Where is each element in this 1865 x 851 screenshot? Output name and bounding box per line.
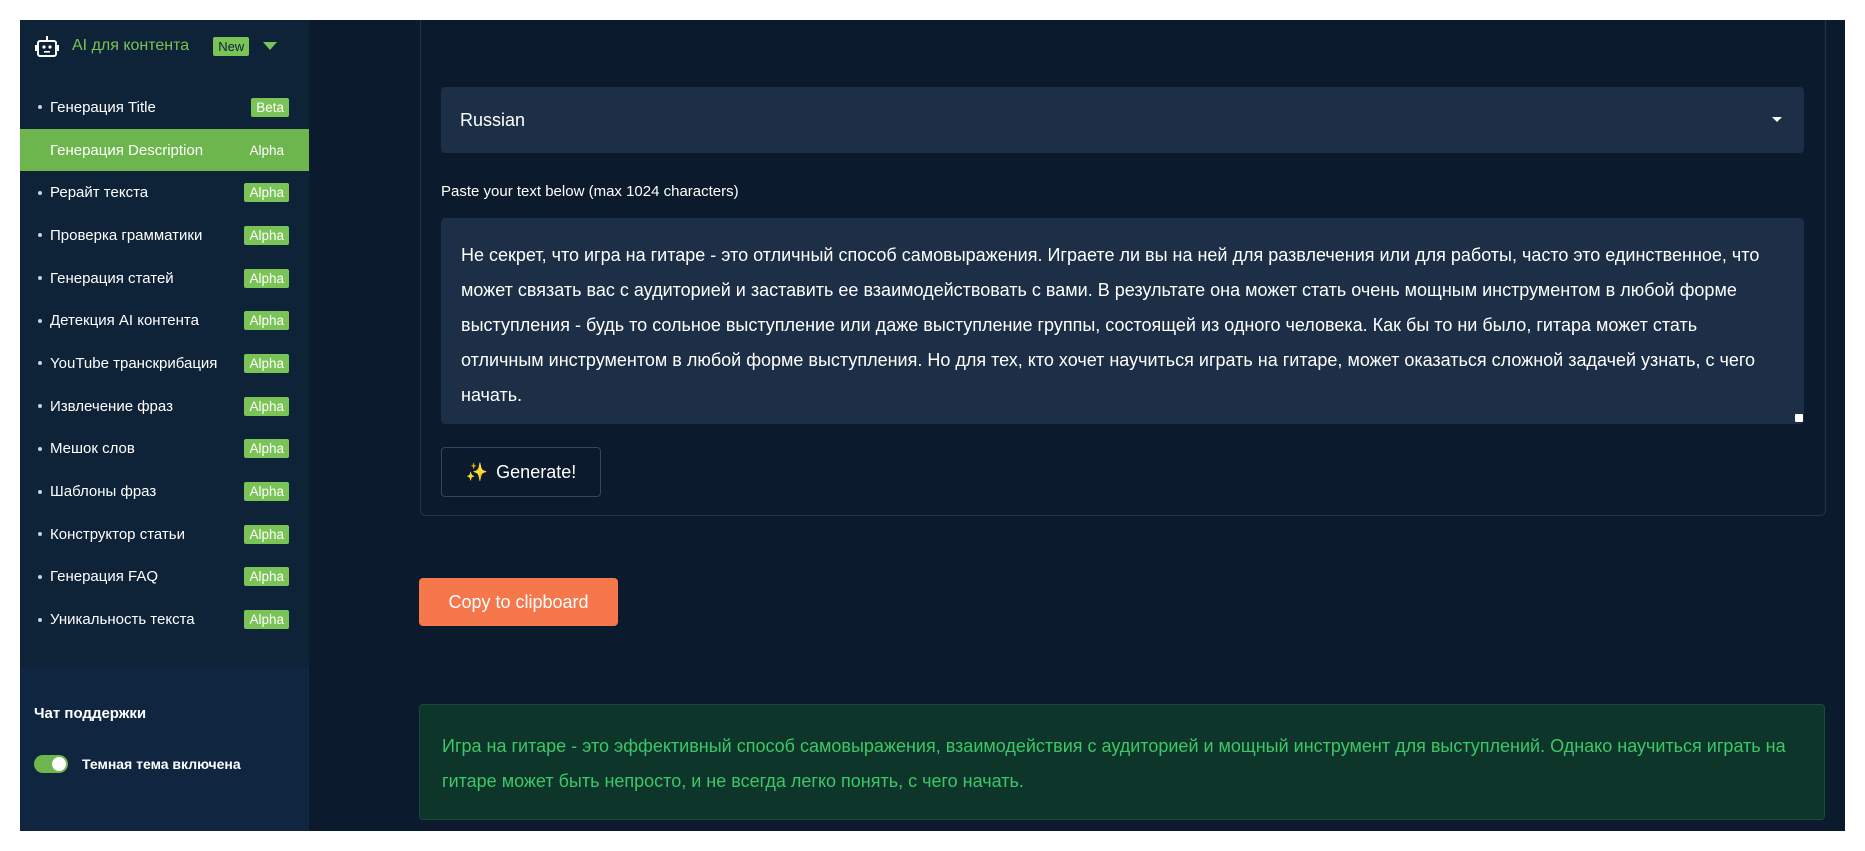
sidebar-item[interactable]: Конструктор статьи Alpha: [20, 513, 309, 556]
bullet-icon: [38, 617, 42, 622]
generate-button-label: Generate!: [496, 461, 577, 482]
sidebar-item[interactable]: Уникальность текста Alpha: [20, 598, 309, 640]
sidebar-item-tag: Alpha: [244, 396, 289, 416]
language-select[interactable]: Russian: [441, 87, 1804, 153]
sidebar-item-label: Уникальность текста: [50, 611, 195, 629]
sidebar-item-tag: Beta: [251, 97, 289, 117]
sidebar-title: AI для контента: [72, 37, 190, 54]
sidebar-item-tag: Alpha: [244, 610, 289, 630]
sidebar-item[interactable]: Генерация статей Alpha: [20, 257, 309, 300]
result-output: Игра на гитаре - это эффективный способ …: [419, 704, 1825, 820]
copy-to-clipboard-button[interactable]: Copy to clipboard: [419, 578, 618, 626]
bullet-icon: [38, 574, 42, 579]
sidebar-item[interactable]: Извлечение фраз Alpha: [20, 385, 309, 428]
sidebar-item-label: Мешок слов: [50, 440, 135, 458]
sidebar-item-tag: Alpha: [244, 439, 289, 459]
new-badge: New: [213, 36, 250, 56]
bullet-icon: [38, 404, 42, 409]
bullet-icon: [38, 190, 42, 195]
text-input[interactable]: Не секрет, что игра на гитаре - это отли…: [441, 218, 1804, 424]
support-chat-link[interactable]: Чат поддержки: [34, 705, 146, 722]
sidebar-item[interactable]: Генерация FAQ Alpha: [20, 556, 309, 599]
sidebar-item-label: Генерация FAQ: [50, 568, 159, 586]
bullet-icon: [38, 489, 42, 494]
sidebar-item-label: Генерация статей: [50, 269, 174, 287]
sidebar-menu: Генерация Title Beta Генерация Description…: [20, 86, 309, 640]
bullet-icon: [38, 318, 42, 323]
sidebar-item-tag: Alpha: [244, 567, 289, 587]
sidebar-item-tag: Alpha: [244, 311, 289, 331]
language-select-value: Russian: [460, 109, 526, 130]
sidebar-item[interactable]: Генерация Description Alpha: [20, 128, 309, 172]
sidebar-item-tag: Alpha: [244, 183, 289, 203]
sidebar-item-tag: Alpha: [244, 225, 289, 245]
sidebar-item-label: Детекция AI контента: [50, 312, 199, 330]
sidebar-item-tag: Alpha: [249, 142, 284, 158]
sidebar-item[interactable]: Мешок слов Alpha: [20, 428, 309, 471]
sidebar-item[interactable]: Шаблоны фраз Alpha: [20, 470, 309, 513]
dark-theme-toggle[interactable]: [34, 755, 68, 773]
paste-text-label: Paste your text below (max 1024 characte…: [441, 183, 739, 200]
sidebar-item-tag: Alpha: [244, 524, 289, 544]
sidebar-footer: Чат поддержки Темная тема включена: [20, 667, 309, 831]
sidebar-item-label: Рерайт текста: [50, 184, 149, 202]
resize-handle-icon[interactable]: [1795, 414, 1803, 422]
sidebar-item-label: Извлечение фраз: [50, 397, 173, 415]
sidebar-item-label: Шаблоны фраз: [50, 483, 157, 501]
app-frame: AI для контента New Генерация Title Beta Г…: [20, 20, 1845, 831]
sidebar-item-tag: Alpha: [244, 268, 289, 288]
bullet-icon: [38, 361, 42, 366]
sidebar-item-label: Генерация Description: [50, 141, 204, 159]
caret-down-icon: [1772, 117, 1782, 122]
sidebar-item-label: Конструктор статьи: [50, 525, 185, 543]
sidebar-header[interactable]: AI для контента New: [20, 20, 309, 72]
sidebar-item[interactable]: Проверка грамматики Alpha: [20, 214, 309, 257]
dark-theme-label: Темная тема включена: [82, 756, 241, 772]
bullet-icon: [38, 105, 42, 110]
sidebar-item[interactable]: Детекция AI контента Alpha: [20, 299, 309, 342]
chevron-down-icon[interactable]: [263, 42, 278, 50]
bullet-icon: [38, 532, 42, 537]
robot-icon: [34, 34, 60, 58]
sidebar-item[interactable]: Генерация Title Beta: [20, 86, 309, 129]
generate-button[interactable]: ✨ Generate!: [441, 447, 601, 497]
sidebar-item-tag: Alpha: [244, 353, 289, 373]
sidebar-item[interactable]: Рерайт текста Alpha: [20, 171, 309, 214]
sidebar-item-label: YouTube транскрибация: [50, 354, 218, 372]
sidebar-item-label: Генерация Title: [50, 98, 156, 116]
sidebar-item-label: Проверка грамматики: [50, 226, 203, 244]
sidebar: AI для контента New Генерация Title Beta Г…: [20, 20, 309, 831]
dark-theme-row: Темная тема включена: [34, 755, 241, 773]
sidebar-item-tag: Alpha: [244, 482, 289, 502]
bullet-icon: [38, 276, 42, 281]
sparkles-icon: ✨: [465, 461, 489, 482]
sidebar-item[interactable]: YouTube транскрибация Alpha: [20, 342, 309, 385]
bullet-icon: [38, 446, 42, 451]
bullet-icon: [38, 233, 42, 238]
